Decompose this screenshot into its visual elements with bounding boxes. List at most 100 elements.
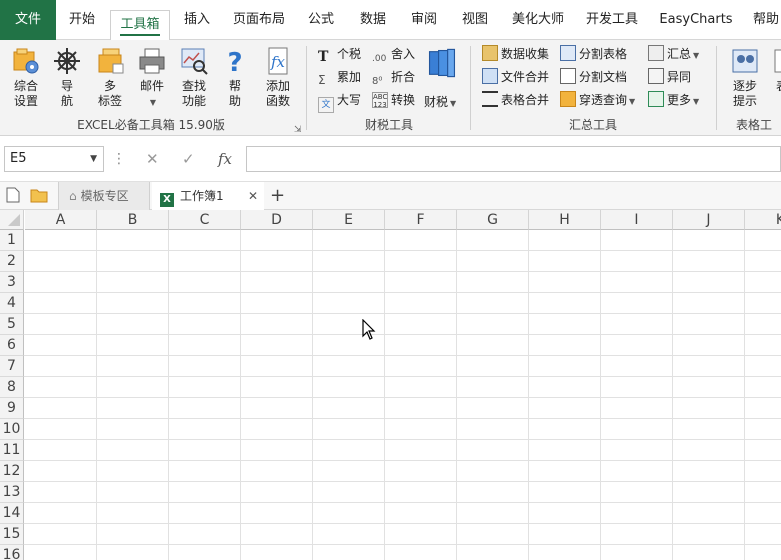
convert-rate-button[interactable]: 8⁰ 折合	[372, 67, 415, 87]
chevron-down-icon[interactable]: ▼	[90, 147, 97, 171]
row-header-7[interactable]: 7	[0, 356, 24, 377]
formula-buttons: ✕ ✓ fx	[132, 146, 244, 172]
cancel-icon[interactable]: ✕	[146, 146, 159, 172]
table-partial-button[interactable]: 表	[768, 44, 781, 116]
column-header-f[interactable]: F	[385, 210, 457, 230]
navigate-label-1: 导	[60, 79, 73, 93]
row-header-4[interactable]: 4	[0, 293, 24, 314]
column-header-e[interactable]: E	[313, 210, 385, 230]
settings-label-1: 综合	[13, 79, 38, 93]
add-function-button[interactable]: fx 添加 函数	[258, 44, 298, 116]
file-merge-icon	[482, 68, 498, 84]
mail-button[interactable]: 邮件 ▼	[134, 44, 170, 116]
ship-wheel-icon	[54, 48, 80, 74]
tax-button[interactable]: T 个税	[318, 44, 361, 65]
tab-file[interactable]: 文件	[0, 0, 56, 40]
more-button[interactable]: 更多 ▼	[648, 90, 699, 110]
split-table-icon	[560, 45, 576, 61]
row-header-14[interactable]: 14	[0, 503, 24, 524]
uppercase-icon: 文	[318, 97, 334, 113]
row-header-10[interactable]: 10	[0, 419, 24, 440]
help-button[interactable]: ? 帮助	[220, 44, 250, 116]
close-icon[interactable]: ✕	[248, 182, 258, 210]
row-header-3[interactable]: 3	[0, 272, 24, 293]
grid-vline	[312, 230, 313, 560]
column-header-a[interactable]: A	[25, 210, 97, 230]
multi-tab-button[interactable]: 多标签	[90, 44, 130, 116]
tab-data[interactable]: 数据	[350, 0, 396, 40]
name-box[interactable]: E5 ▼	[4, 146, 104, 172]
data-collect-button[interactable]: 数据收集	[482, 44, 549, 64]
column-header-i[interactable]: I	[601, 210, 673, 230]
column-header-g[interactable]: G	[457, 210, 529, 230]
split-doc-button[interactable]: 分割文档	[560, 67, 627, 87]
formula-input[interactable]	[246, 146, 781, 172]
file-merge-button[interactable]: 文件合并	[482, 67, 549, 87]
accumulate-button[interactable]: Σ 累加	[318, 67, 361, 87]
tab-insert[interactable]: 插入	[174, 0, 220, 40]
column-header-h[interactable]: H	[529, 210, 601, 230]
step-hint-button[interactable]: 逐步 提示	[726, 44, 764, 116]
spreadsheet-grid[interactable]: ABCDEFGHIJK 1 2 3 4 5 6 7 8 9 10 11 12 13 14 15 16	[0, 210, 781, 560]
tab-easycharts[interactable]: EasyCharts	[656, 0, 736, 40]
tab-review[interactable]: 审阅	[401, 0, 447, 40]
split-table-button[interactable]: 分割表格	[560, 44, 627, 64]
open-folder-icon[interactable]	[30, 182, 48, 210]
function-insert-icon[interactable]: fx	[218, 146, 232, 172]
tab-home[interactable]: 开始	[58, 0, 106, 40]
drill-query-button[interactable]: 穿透查询 ▼	[560, 90, 635, 110]
group-divider	[716, 46, 717, 130]
row-header-12[interactable]: 12	[0, 461, 24, 482]
new-file-icon[interactable]	[6, 182, 20, 210]
column-header-k[interactable]: K	[745, 210, 781, 230]
tab-developer[interactable]: 开发工具	[580, 0, 644, 40]
navigate-button[interactable]: 导航	[50, 44, 84, 116]
select-all-corner[interactable]	[0, 210, 24, 230]
tab-page-layout[interactable]: 页面布局	[226, 0, 292, 40]
find-button[interactable]: 查找 功能	[174, 44, 214, 116]
tab-help[interactable]: 帮助	[746, 0, 781, 40]
confirm-icon[interactable]: ✓	[182, 146, 195, 172]
grid-vline	[744, 230, 745, 560]
tab-view[interactable]: 视图	[452, 0, 498, 40]
tab-beautify[interactable]: 美化大师	[506, 0, 570, 40]
row-header-15[interactable]: 15	[0, 524, 24, 545]
row-header-2[interactable]: 2	[0, 251, 24, 272]
transform-label: 转换	[391, 93, 416, 107]
settings-button[interactable]: 综合 设置	[6, 44, 46, 116]
summary-button[interactable]: 汇总 ▼	[648, 44, 699, 64]
column-header-c[interactable]: C	[169, 210, 241, 230]
tab-toolbox-label: 工具箱	[120, 17, 160, 36]
abc-123-icon: ABC 123	[372, 92, 388, 109]
row-header-1[interactable]: 1	[0, 230, 24, 251]
column-header-b[interactable]: B	[97, 210, 169, 230]
workbook-tab[interactable]: X 工作簿1 ✕	[152, 182, 264, 210]
table-partial-label: 表	[776, 79, 781, 93]
finance-dropdown-button[interactable]: 财税 ▼	[424, 92, 456, 112]
accumulate-label: 累加	[337, 70, 362, 84]
summary-icon	[648, 45, 664, 61]
grid-vline	[96, 230, 97, 560]
diff-button[interactable]: 异同	[648, 67, 691, 87]
drill-query-caret-icon: ▼	[629, 97, 636, 106]
row-header-8[interactable]: 8	[0, 377, 24, 398]
column-header-d[interactable]: D	[241, 210, 313, 230]
row-header-5[interactable]: 5	[0, 314, 24, 335]
template-tab[interactable]: ⌂ 模板专区	[58, 182, 150, 210]
round-button[interactable]: .00 舍入	[372, 44, 415, 64]
summary-label: 汇总	[667, 47, 692, 61]
row-header-13[interactable]: 13	[0, 482, 24, 503]
convert-rate-label: 折合	[391, 70, 416, 84]
uppercase-button[interactable]: 文大写	[318, 90, 361, 113]
multi-tab-label-1: 多	[103, 79, 116, 93]
transform-button[interactable]: ABC 123 转换	[372, 90, 415, 110]
tab-formulas[interactable]: 公式	[298, 0, 344, 40]
column-header-j[interactable]: J	[673, 210, 745, 230]
row-header-9[interactable]: 9	[0, 398, 24, 419]
table-merge-button[interactable]: 表格合并	[482, 90, 549, 110]
row-header-6[interactable]: 6	[0, 335, 24, 356]
row-header-16[interactable]: 16	[0, 545, 24, 560]
row-header-11[interactable]: 11	[0, 440, 24, 461]
add-tab-button[interactable]: +	[270, 182, 285, 210]
more-options-icon[interactable]: ⋮	[112, 149, 126, 169]
